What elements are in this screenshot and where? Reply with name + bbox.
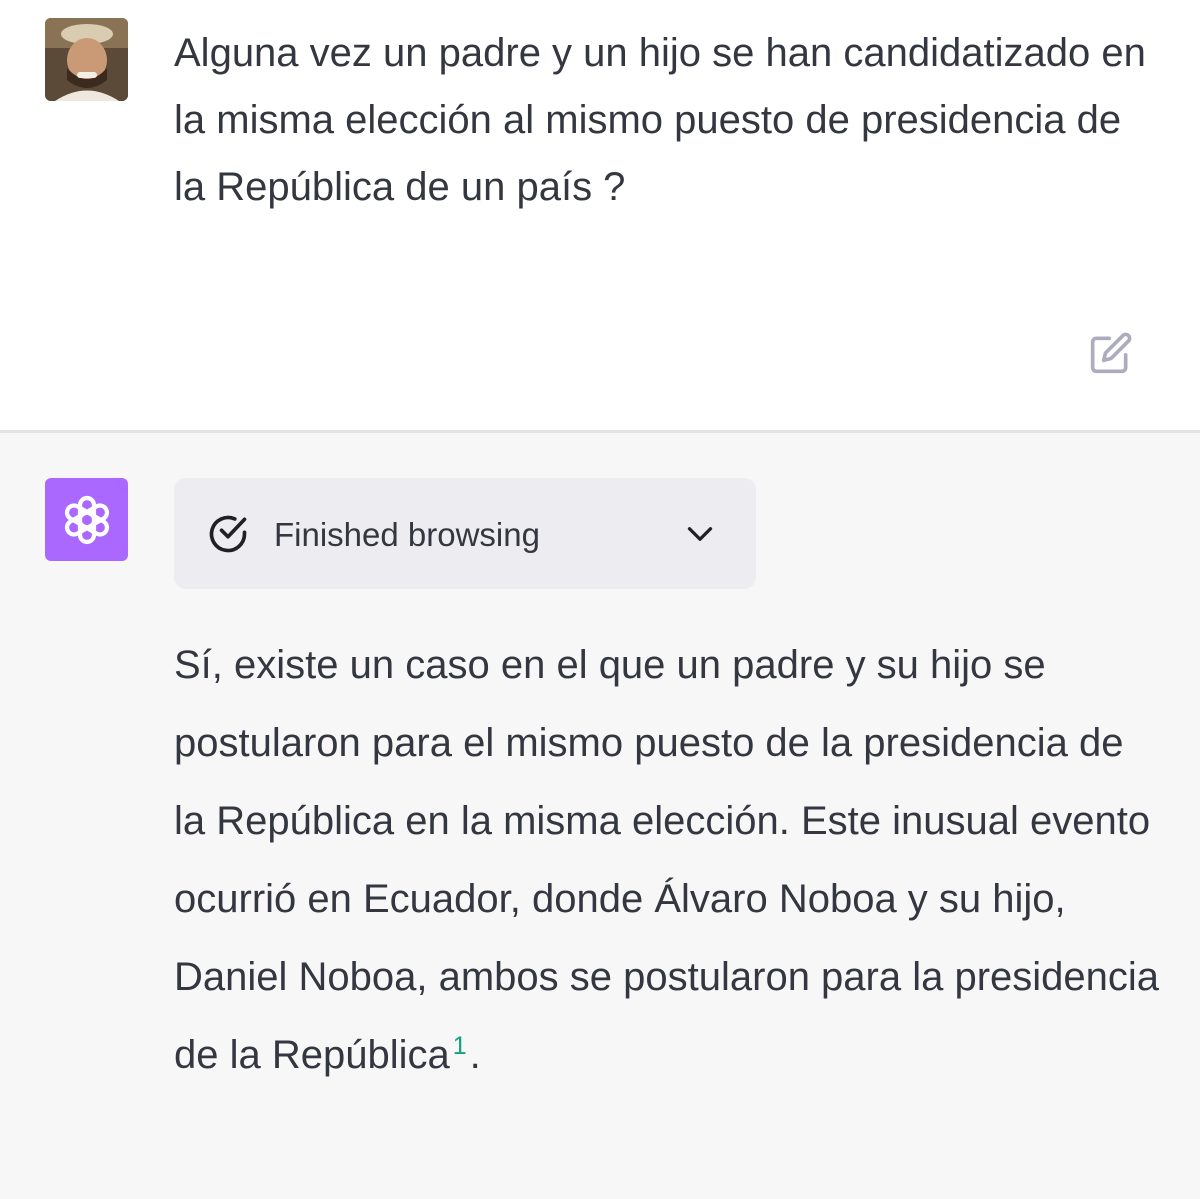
browsing-status-label: Finished browsing xyxy=(274,516,540,553)
user-message-text: Alguna vez un padre y un hijo se han can… xyxy=(174,31,1157,209)
pencil-square-icon xyxy=(1090,332,1132,374)
citation-link[interactable]: 1 xyxy=(453,1032,467,1060)
answer-text: Sí, existe un caso en el que un padre y … xyxy=(174,643,1160,1077)
openai-logo-icon xyxy=(64,495,109,544)
chevron-down-icon[interactable] xyxy=(682,516,718,552)
user-photo-avatar-icon xyxy=(45,18,128,101)
browsing-status-panel[interactable]: Finished browsing xyxy=(174,478,756,589)
user-message-turn: Alguna vez un padre y un hijo se han can… xyxy=(0,0,1200,430)
check-circle-icon xyxy=(209,515,247,553)
user-avatar xyxy=(45,18,128,101)
edit-message-button[interactable] xyxy=(1088,330,1134,376)
answer-end-punctuation: . xyxy=(469,1033,481,1077)
assistant-message-turn: Finished browsing Sí, existe un caso en … xyxy=(0,433,1200,1199)
assistant-answer: Sí, existe un caso en el que un padre y … xyxy=(174,626,1164,1094)
assistant-avatar xyxy=(45,478,128,561)
